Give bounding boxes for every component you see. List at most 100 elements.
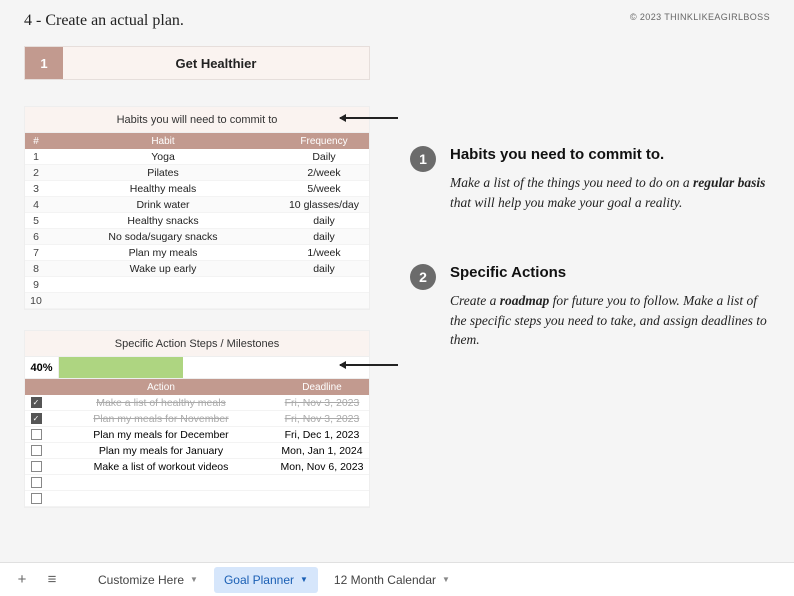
actions-section: Specific Action Steps / Milestones 40% A… — [24, 330, 370, 508]
freq-cell: 5/week — [279, 183, 369, 195]
tab-customize[interactable]: Customize Here ▼ — [88, 567, 208, 593]
deadline-cell: Mon, Jan 1, 2024 — [275, 445, 369, 457]
freq-cell: daily — [279, 263, 369, 275]
table-row[interactable]: 1YogaDaily — [25, 149, 369, 165]
habits-section-title: Habits you will need to commit to — [25, 107, 369, 133]
goal-number: 1 — [25, 47, 63, 79]
table-row[interactable]: 8Wake up earlydaily — [25, 261, 369, 277]
action-cell: Plan my meals for January — [47, 445, 275, 457]
row-num: 9 — [25, 279, 47, 291]
habits-section: Habits you will need to commit to # Habi… — [24, 106, 370, 310]
col-freq: Frequency — [279, 136, 369, 147]
habit-cell: Healthy meals — [47, 183, 279, 195]
row-num: 4 — [25, 199, 47, 211]
row-num: 2 — [25, 167, 47, 179]
habit-cell: Plan my meals — [47, 247, 279, 259]
habit-cell: No soda/sugary snacks — [47, 231, 279, 243]
freq-cell: 1/week — [279, 247, 369, 259]
col-habit: Habit — [47, 136, 279, 147]
checkbox[interactable]: ✓ — [31, 397, 42, 408]
chevron-down-icon: ▼ — [300, 575, 308, 584]
callout-title: Specific Actions — [450, 264, 770, 281]
tab-label: Goal Planner — [224, 573, 294, 587]
row-num: 7 — [25, 247, 47, 259]
table-row[interactable] — [25, 475, 369, 491]
freq-cell: 2/week — [279, 167, 369, 179]
freq-cell: 10 glasses/day — [279, 199, 369, 211]
progress-bar — [59, 357, 369, 378]
action-cell: Plan my meals for November — [47, 413, 275, 425]
arrow-icon — [340, 117, 398, 119]
row-num: 1 — [25, 151, 47, 163]
chevron-down-icon: ▼ — [442, 575, 450, 584]
callout-text: Create a roadmap for future you to follo… — [450, 291, 770, 350]
freq-cell: daily — [279, 215, 369, 227]
table-row[interactable]: Plan my meals for DecemberFri, Dec 1, 20… — [25, 427, 369, 443]
deadline-cell: Mon, Nov 6, 2023 — [275, 461, 369, 473]
row-num: 10 — [25, 295, 47, 307]
table-row[interactable]: 3Healthy meals5/week — [25, 181, 369, 197]
table-row[interactable]: Plan my meals for JanuaryMon, Jan 1, 202… — [25, 443, 369, 459]
callout: 2 Specific Actions Create a roadmap for fu… — [410, 264, 770, 350]
callout-number: 1 — [410, 146, 436, 172]
action-cell: Make a list of healthy meals — [47, 397, 275, 409]
col-deadline: Deadline — [275, 382, 369, 393]
goal-title: Get Healthier — [63, 47, 369, 79]
habit-cell: Drink water — [47, 199, 279, 211]
tab-goal-planner[interactable]: Goal Planner ▼ — [214, 567, 318, 593]
table-row[interactable]: 4Drink water10 glasses/day — [25, 197, 369, 213]
all-sheets-button[interactable]: ≡ — [40, 571, 64, 588]
callout-title: Habits you need to commit to. — [450, 146, 770, 163]
table-row[interactable]: 5Healthy snacksdaily — [25, 213, 369, 229]
actions-section-title: Specific Action Steps / Milestones — [25, 331, 369, 357]
deadline-cell: Fri, Nov 3, 2023 — [275, 413, 369, 425]
arrow-icon — [340, 364, 398, 366]
row-num: 3 — [25, 183, 47, 195]
page-title: 4 - Create an actual plan. — [24, 12, 184, 30]
action-cell: Make a list of workout videos — [47, 461, 275, 473]
tab-label: Customize Here — [98, 573, 184, 587]
row-num: 6 — [25, 231, 47, 243]
deadline-cell: Fri, Dec 1, 2023 — [275, 429, 369, 441]
table-row[interactable]: 9 — [25, 277, 369, 293]
checkbox[interactable]: ✓ — [31, 413, 42, 424]
callout: 1 Habits you need to commit to. Make a lis… — [410, 146, 770, 212]
col-num: # — [25, 136, 47, 147]
copyright: © 2023 THINKLIKEAGIRLBOSS — [630, 12, 770, 22]
freq-cell: daily — [279, 231, 369, 243]
freq-cell: Daily — [279, 151, 369, 163]
row-num: 5 — [25, 215, 47, 227]
table-row[interactable]: ✓ Plan my meals for NovemberFri, Nov 3, 2… — [25, 411, 369, 427]
actions-header-row: Action Deadline — [25, 379, 369, 395]
deadline-cell: Fri, Nov 3, 2023 — [275, 397, 369, 409]
habit-cell: Healthy snacks — [47, 215, 279, 227]
row-num: 8 — [25, 263, 47, 275]
table-row[interactable]: 2Pilates2/week — [25, 165, 369, 181]
habits-header-row: # Habit Frequency — [25, 133, 369, 149]
checkbox[interactable] — [31, 493, 42, 504]
habit-cell: Yoga — [47, 151, 279, 163]
tab-calendar[interactable]: 12 Month Calendar ▼ — [324, 567, 460, 593]
add-sheet-button[interactable]: + — [10, 571, 34, 588]
tab-label: 12 Month Calendar — [334, 573, 436, 587]
col-action: Action — [47, 382, 275, 393]
table-row[interactable]: Make a list of workout videosMon, Nov 6,… — [25, 459, 369, 475]
checkbox[interactable] — [31, 429, 42, 440]
checkbox[interactable] — [31, 461, 42, 472]
action-cell: Plan my meals for December — [47, 429, 275, 441]
table-row[interactable]: 10 — [25, 293, 369, 309]
goal-header: 1 Get Healthier — [24, 46, 370, 80]
table-row[interactable]: 6No soda/sugary snacksdaily — [25, 229, 369, 245]
table-row[interactable]: ✓ Make a list of healthy mealsFri, Nov 3,… — [25, 395, 369, 411]
checkbox[interactable] — [31, 445, 42, 456]
callout-text: Make a list of the things you need to do… — [450, 173, 770, 212]
habit-cell: Wake up early — [47, 263, 279, 275]
habit-cell: Pilates — [47, 167, 279, 179]
table-row[interactable] — [25, 491, 369, 507]
checkbox[interactable] — [31, 477, 42, 488]
callout-number: 2 — [410, 264, 436, 290]
sheet-tabs: + ≡ Customize Here ▼ Goal Planner ▼ 12 Mon… — [0, 562, 794, 596]
table-row[interactable]: 7Plan my meals1/week — [25, 245, 369, 261]
progress-label: 40% — [25, 357, 59, 378]
chevron-down-icon: ▼ — [190, 575, 198, 584]
